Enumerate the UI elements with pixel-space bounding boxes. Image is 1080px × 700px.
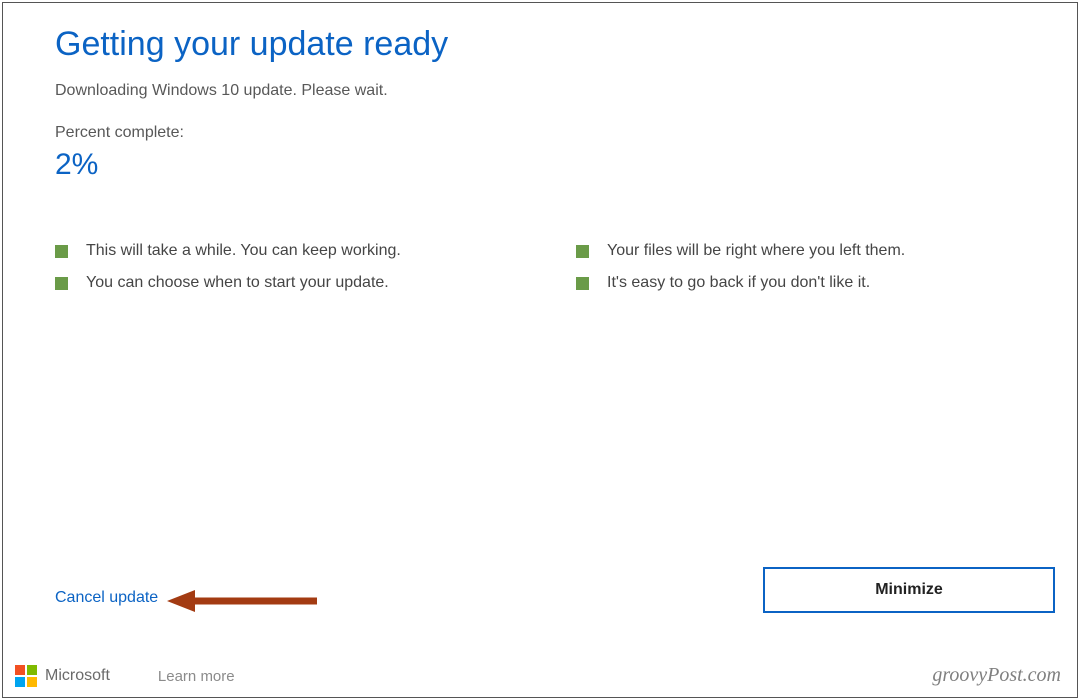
bullet-item: This will take a while. You can keep wor… — [55, 242, 516, 260]
microsoft-logo-icon — [15, 665, 37, 687]
percent-value: 2% — [55, 148, 1037, 182]
square-bullet-icon — [55, 245, 68, 258]
cancel-update-link[interactable]: Cancel update — [55, 589, 158, 607]
status-message: Downloading Windows 10 update. Please wa… — [55, 82, 1037, 100]
bullet-text: This will take a while. You can keep wor… — [86, 242, 401, 260]
learn-more-link[interactable]: Learn more — [158, 668, 235, 685]
bullet-col-left: This will take a while. You can keep wor… — [55, 242, 516, 306]
main-content: Getting your update ready Downloading Wi… — [55, 25, 1037, 306]
watermark: groovyPost.com — [932, 664, 1061, 687]
bullet-item: It's easy to go back if you don't like i… — [576, 274, 1037, 292]
brand-name: Microsoft — [45, 667, 110, 685]
footer: Microsoft Learn more — [15, 665, 235, 687]
bullet-item: You can choose when to start your update… — [55, 274, 516, 292]
bullet-text: You can choose when to start your update… — [86, 274, 389, 292]
bullet-item: Your files will be right where you left … — [576, 242, 1037, 260]
minimize-button[interactable]: Minimize — [763, 567, 1055, 613]
square-bullet-icon — [576, 245, 589, 258]
percent-label: Percent complete: — [55, 124, 1037, 142]
annotation-arrow-icon — [167, 590, 317, 612]
square-bullet-icon — [576, 277, 589, 290]
update-window: Getting your update ready Downloading Wi… — [2, 2, 1078, 698]
bullet-text: Your files will be right where you left … — [607, 242, 905, 260]
bullet-text: It's easy to go back if you don't like i… — [607, 274, 870, 292]
page-title: Getting your update ready — [55, 25, 1037, 64]
square-bullet-icon — [55, 277, 68, 290]
info-bullets: This will take a while. You can keep wor… — [55, 242, 1037, 306]
bullet-col-right: Your files will be right where you left … — [576, 242, 1037, 306]
